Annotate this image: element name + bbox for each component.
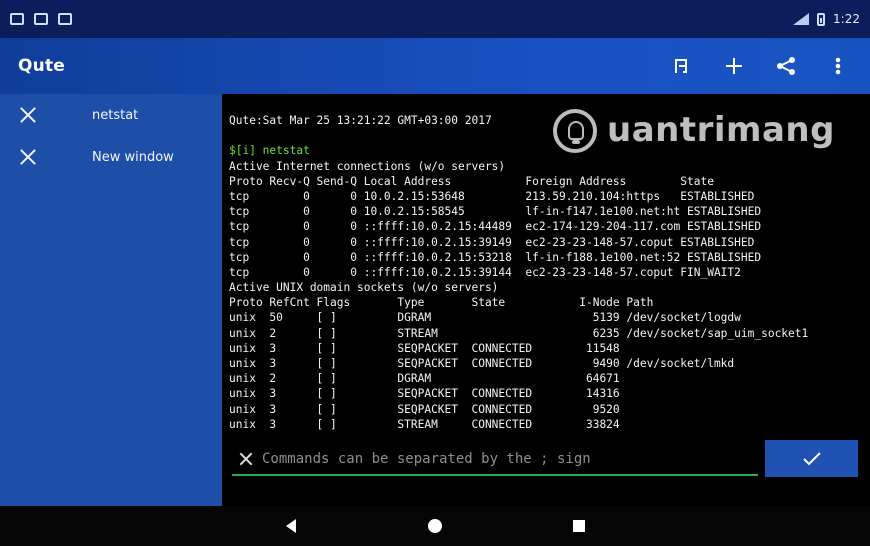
terminal-line: tcp 0 0 ::ffff:10.0.2.15:39149 ec2-23-23… [229, 235, 755, 249]
terminal-line: tcp 0 0 ::ffff:10.0.2.15:39144 ec2-23-23… [229, 265, 741, 279]
tab-new-window[interactable]: New window [0, 136, 222, 178]
status-left-icons [10, 13, 72, 25]
terminal-line: tcp 0 0 10.0.2.15:58545 lf-in-f147.1e100… [229, 205, 762, 219]
terminal-line: unix 3 [ ] SEQPACKET CONNECTED 14316 [229, 387, 620, 401]
share-icon[interactable] [772, 52, 800, 80]
close-icon[interactable] [18, 105, 38, 125]
sd-card-icon [34, 13, 48, 25]
notification-icon [58, 13, 72, 25]
terminal-line: Proto Recv-Q Send-Q Local Address Foreig… [229, 174, 714, 188]
command-bar [232, 444, 758, 476]
command-input[interactable] [262, 445, 758, 473]
tab-netstat[interactable]: netstat [0, 94, 222, 136]
terminal-line: unix 3 [ ] SEQPACKET CONNECTED 9490 /dev… [229, 357, 735, 370]
home-icon[interactable] [423, 514, 447, 538]
terminal-line: tcp 0 0 10.0.2.15:53648 213.59.210.104:h… [229, 189, 755, 203]
terminal-line: Active UNIX domain sockets (w/o servers) [229, 281, 499, 295]
more-icon[interactable] [824, 52, 852, 80]
terminal-line: Proto RefCnt Flags Type State I-Node Pat… [229, 296, 654, 310]
terminal-line: unix 3 [ ] STREAM CONNECTED 33824 [229, 417, 620, 431]
terminal-line: unix 2 [ ] STREAM 6235 /dev/socket/sap_u… [229, 326, 809, 340]
status-time: 1:22 [833, 12, 860, 26]
device-screen: 1:22 Qute netstat New window uantrimang … [0, 0, 870, 546]
close-icon[interactable] [18, 147, 38, 167]
app-bar: Qute [0, 38, 870, 94]
terminal-line: Active Internet connections (w/o servers… [229, 159, 506, 173]
tab-label: New window [92, 149, 174, 165]
back-icon[interactable] [279, 514, 303, 538]
recents-icon[interactable] [567, 514, 591, 538]
terminal-line: tcp 0 0 ::ffff:10.0.2.15:53218 lf-in-f18… [229, 250, 762, 264]
app-title: Qute [18, 56, 66, 76]
screen-icon [10, 13, 24, 25]
clear-icon[interactable] [238, 451, 254, 467]
add-icon[interactable] [720, 52, 748, 80]
terminal-line: Qute:Sat Mar 25 13:21:22 GMT+03:00 2017 [229, 114, 492, 127]
terminal-lines: Qute:Sat Mar 25 13:21:22 GMT+03:00 2017 $… [229, 113, 861, 432]
terminal-line: unix 3 [ ] SEQPACKET CONNECTED 9520 [229, 402, 620, 416]
check-icon [802, 451, 821, 465]
run-icon[interactable] [668, 52, 696, 80]
signal-icon [793, 13, 810, 25]
status-bar: 1:22 [0, 0, 870, 38]
terminal-line: $[i] netstat [229, 144, 310, 158]
terminal-line: unix 50 [ ] DGRAM 5139 /dev/socket/logdw [229, 311, 741, 325]
tab-drawer: netstat New window [0, 94, 222, 506]
terminal-line: tcp 0 0 ::ffff:10.0.2.15:44489 ec2-174-1… [229, 220, 762, 234]
tab-label: netstat [92, 107, 139, 123]
terminal-line: unix 3 [ ] SEQPACKET CONNECTED 11548 [229, 341, 620, 355]
submit-button[interactable] [765, 440, 858, 477]
terminal-line: unix 2 [ ] DGRAM 64671 [229, 372, 620, 386]
battery-icon [817, 12, 826, 26]
app-bar-actions [668, 52, 852, 80]
status-right-icons: 1:22 [793, 12, 860, 26]
nav-bar [0, 506, 870, 546]
